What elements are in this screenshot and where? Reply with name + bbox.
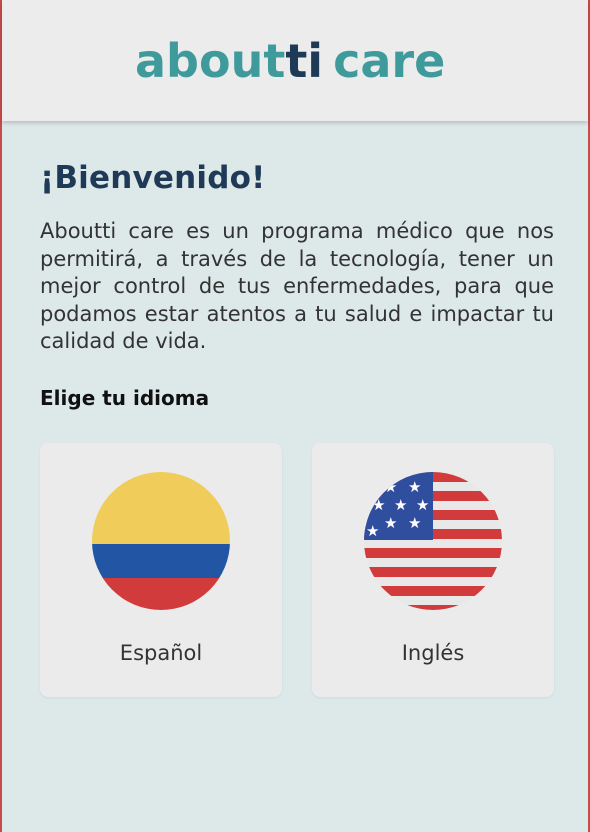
page-title: ¡Bienvenido! xyxy=(40,160,266,196)
app-header: aboutti care xyxy=(2,0,588,121)
language-heading: Elige tu idioma xyxy=(40,385,210,410)
logo-mid: ti xyxy=(285,34,323,88)
svg-text:aboutticare: aboutti care xyxy=(135,34,445,88)
svg-text:★: ★ xyxy=(408,478,421,496)
colombia-flag-icon xyxy=(92,472,230,610)
welcome-section: ¡Bienvenido! Aboutti care es un programa… xyxy=(40,160,554,410)
svg-text:★: ★ xyxy=(416,496,429,514)
logo-suffix: care xyxy=(333,34,445,88)
svg-text:★: ★ xyxy=(384,514,397,532)
language-label-ingles: Inglés xyxy=(401,641,465,665)
language-options: Español ★ ★ ★ ★ ★ ★ ★ ★ Inglés xyxy=(40,443,554,697)
svg-text:★: ★ xyxy=(372,496,385,514)
svg-text:★: ★ xyxy=(394,496,407,514)
language-option-espanol[interactable]: Español xyxy=(40,443,282,697)
language-label-espanol: Español xyxy=(119,641,203,665)
svg-text:★: ★ xyxy=(408,514,421,532)
usa-flag-icon: ★ ★ ★ ★ ★ ★ ★ ★ xyxy=(364,472,502,610)
aboutti-care-logo: aboutti care xyxy=(135,34,445,88)
svg-text:★: ★ xyxy=(384,478,397,496)
svg-text:★: ★ xyxy=(366,522,379,540)
language-option-ingles[interactable]: ★ ★ ★ ★ ★ ★ ★ ★ Inglés xyxy=(312,443,554,697)
welcome-description: Aboutti care es un programa médico que n… xyxy=(40,219,554,353)
logo-prefix: about xyxy=(135,34,285,88)
